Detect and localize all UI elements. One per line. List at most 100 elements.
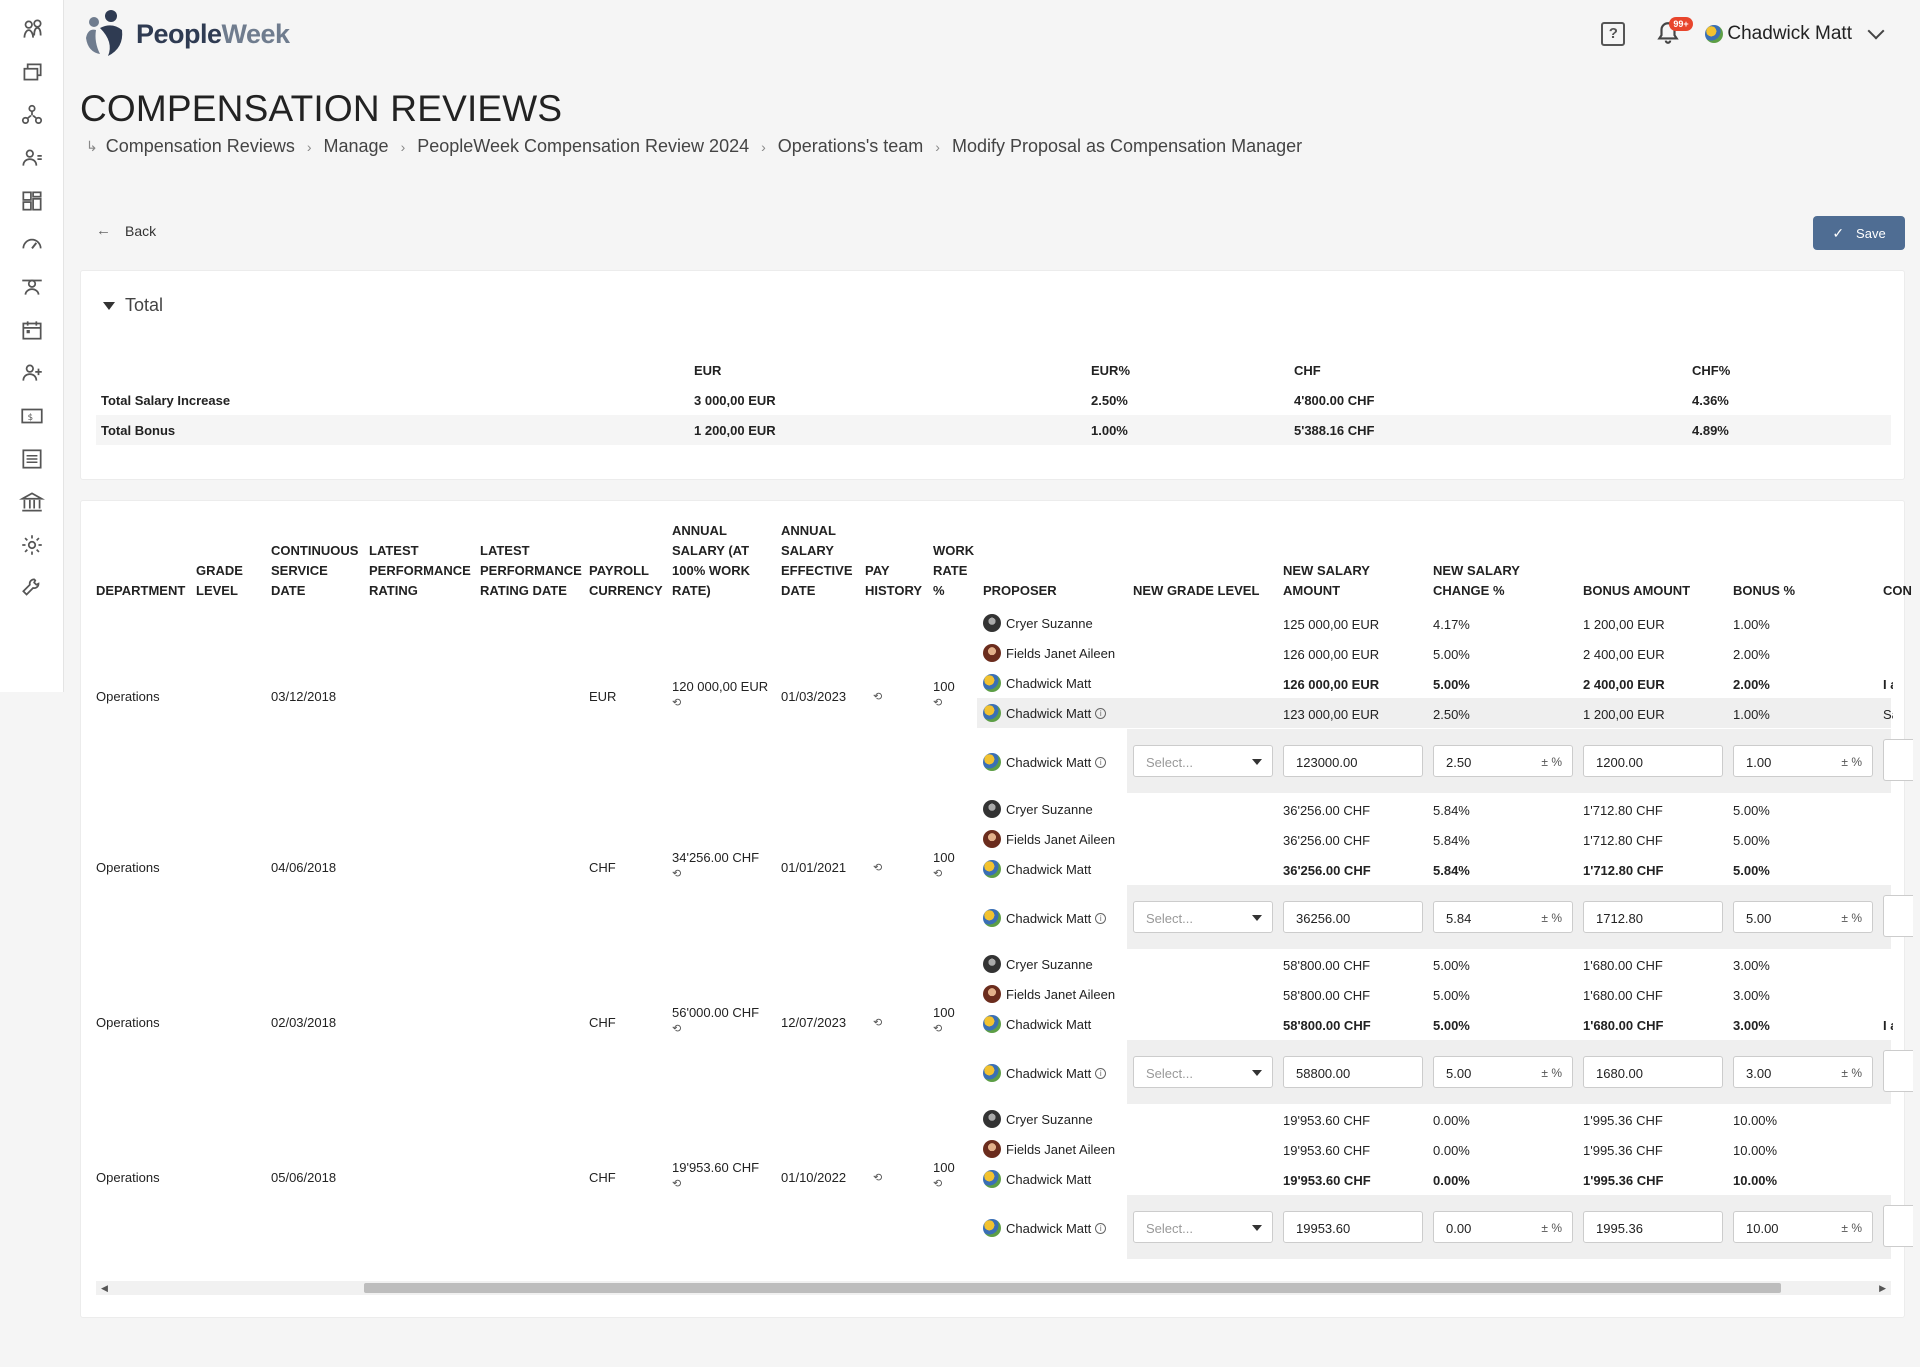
plus-minus-percent-icon[interactable]: ± % <box>1841 1066 1862 1080</box>
speedometer-icon[interactable] <box>19 231 45 257</box>
calendar-icon[interactable] <box>19 317 45 343</box>
new-salary-input[interactable]: 19953.60 <box>1283 1211 1423 1243</box>
bonus-amount-input[interactable]: 1995.36 <box>1583 1211 1723 1243</box>
info-icon[interactable]: i <box>1095 707 1107 719</box>
pay-history-icon[interactable]: ⟲ <box>873 1016 882 1029</box>
plus-minus-percent-icon[interactable]: ± % <box>1841 1221 1862 1235</box>
horizontal-scrollbar[interactable]: ◀ ▶ <box>96 1281 1891 1295</box>
bonus-amount-input[interactable]: 1680.00 <box>1583 1056 1723 1088</box>
tools-icon[interactable] <box>19 575 45 601</box>
comment-input[interactable] <box>1883 1050 1913 1092</box>
header-department-line: DEPARTMENT <box>96 583 186 598</box>
page-title: COMPENSATION REVIEWS <box>80 88 563 129</box>
proposer-name: Chadwick Matt <box>1006 705 1092 721</box>
proposals-card: DEPARTMENT GRADE LEVEL CONTINUOUS SERVICE DAT… <box>80 500 1913 1318</box>
settings-icon[interactable] <box>19 532 45 558</box>
proposal-new-salary: 126 000,00 EUR <box>1283 647 1380 662</box>
new-salary-input[interactable]: 36256.00 <box>1283 901 1423 933</box>
salary-change-input[interactable]: 5.00 ± % <box>1433 1056 1573 1088</box>
proposal-bonus-pct: 10.00% <box>1733 1173 1778 1188</box>
pay-history-icon[interactable]: ⟲ <box>873 690 882 703</box>
bonus-pct-input[interactable]: 1.00 ± % <box>1733 745 1873 777</box>
totals-toggle[interactable]: Total <box>103 295 163 316</box>
info-icon[interactable]: i <box>1095 1067 1107 1079</box>
bonus-pct-input[interactable]: 10.00 ± % <box>1733 1211 1873 1243</box>
work-rate: 100 ⟲ <box>933 679 955 709</box>
bonus-amount-input[interactable]: 1712.80 <box>1583 901 1723 933</box>
proposer-name: Chadwick Matt <box>1006 861 1092 877</box>
back-button[interactable]: ← Back <box>96 222 156 239</box>
scroll-right-icon[interactable]: ▶ <box>1879 1283 1886 1294</box>
info-icon[interactable]: i <box>1095 756 1107 768</box>
proposal-salary-change: 5.84% <box>1433 833 1470 848</box>
history-icon[interactable]: ⟲ <box>672 1022 681 1035</box>
app-logo[interactable]: PeopleWeek <box>78 8 290 60</box>
avatar <box>983 955 1001 973</box>
comment-input[interactable] <box>1883 895 1913 937</box>
salary-change-input[interactable]: 0.00 ± % <box>1433 1211 1573 1243</box>
salary-change-input[interactable]: 2.50 ± % <box>1433 745 1573 777</box>
history-icon[interactable]: ⟲ <box>933 867 942 880</box>
new-salary-input[interactable]: 123000.00 <box>1283 745 1423 777</box>
plus-minus-percent-icon[interactable]: ± % <box>1541 1066 1562 1080</box>
network-icon[interactable] <box>19 102 45 128</box>
bank-icon[interactable] <box>18 489 45 515</box>
save-button[interactable]: ✓ Save <box>1813 216 1905 250</box>
new-grade-select[interactable]: Select... <box>1133 745 1273 777</box>
plus-minus-percent-icon[interactable]: ± % <box>1541 755 1562 769</box>
dashboard-icon[interactable] <box>19 188 45 214</box>
plus-minus-percent-icon[interactable]: ± % <box>1541 911 1562 925</box>
help-icon[interactable]: ? <box>1601 22 1626 46</box>
bonus-pct-input[interactable]: 5.00 ± % <box>1733 901 1873 933</box>
team-icon[interactable] <box>19 16 45 42</box>
notifications-button[interactable]: 99+ <box>1655 17 1693 48</box>
salary-change-input[interactable]: 5.84 ± % <box>1433 901 1573 933</box>
user-list-icon[interactable] <box>19 145 45 171</box>
header-annual-salary-line: ANNUAL <box>672 523 727 538</box>
new-grade-select[interactable]: Select... <box>1133 1211 1273 1243</box>
breadcrumb-item-review[interactable]: PeopleWeek Compensation Review 2024 <box>417 136 749 157</box>
bonus-amount-input[interactable]: 1200.00 <box>1583 745 1723 777</box>
plus-minus-percent-icon[interactable]: ± % <box>1541 1221 1562 1235</box>
history-icon[interactable]: ⟲ <box>672 696 681 709</box>
new-salary-input[interactable]: 58800.00 <box>1283 1056 1423 1088</box>
chevron-down-icon[interactable] <box>1867 22 1885 40</box>
new-grade-select[interactable]: Select... <box>1133 901 1273 933</box>
history-icon[interactable]: ⟲ <box>933 1177 942 1190</box>
history-icon[interactable]: ⟲ <box>933 1022 942 1035</box>
history-icon[interactable]: ⟲ <box>933 696 942 709</box>
new-grade-select[interactable]: Select... <box>1133 1056 1273 1088</box>
header-new-grade-level: NEW GRADE LEVEL <box>1133 521 1278 601</box>
history-icon[interactable]: ⟲ <box>672 1177 681 1190</box>
info-icon[interactable]: i <box>1095 912 1107 924</box>
sidebar: $ <box>0 0 64 692</box>
pay-history-icon[interactable]: ⟲ <box>873 861 882 874</box>
comment-input[interactable] <box>1883 739 1913 781</box>
header-proposer: PROPOSER <box>983 521 1123 601</box>
user-menu[interactable]: Chadwick Matt <box>1705 22 1885 45</box>
copy-icon[interactable] <box>19 59 45 85</box>
breadcrumb-item-team[interactable]: Operations's team <box>778 136 924 157</box>
pay-history-icon[interactable]: ⟲ <box>873 1171 882 1184</box>
comment-input[interactable] <box>1883 1205 1913 1247</box>
breadcrumb-item-manage[interactable]: Manage <box>324 136 389 157</box>
plus-minus-percent-icon[interactable]: ± % <box>1841 911 1862 925</box>
proposal-new-salary: 58'800.00 CHF <box>1283 958 1371 973</box>
scroll-left-icon[interactable]: ◀ <box>101 1283 108 1294</box>
add-user-icon[interactable] <box>19 360 45 386</box>
proposal-salary-change: 4.17% <box>1433 617 1470 632</box>
info-icon[interactable]: i <box>1095 1222 1107 1234</box>
money-icon[interactable]: $ <box>19 403 45 429</box>
proposal-bonus-amount: 1'712.80 CHF <box>1583 803 1663 818</box>
scrollbar-thumb[interactable] <box>364 1283 1781 1293</box>
plus-minus-percent-icon[interactable]: ± % <box>1841 755 1862 769</box>
history-icon[interactable]: ⟲ <box>672 867 681 880</box>
header-payroll-currency-line: PAYROLL <box>589 563 649 578</box>
list-icon[interactable] <box>19 446 45 472</box>
bonus-pct-input[interactable]: 3.00 ± % <box>1733 1056 1873 1088</box>
breadcrumb-item-compensation-reviews[interactable]: Compensation Reviews <box>106 136 295 157</box>
proposer: Fields Janet Aileen <box>983 985 1115 1003</box>
service-date: 03/12/2018 <box>271 689 337 704</box>
proposal-salary-change: 0.00% <box>1433 1173 1470 1188</box>
group-icon[interactable] <box>19 274 45 300</box>
